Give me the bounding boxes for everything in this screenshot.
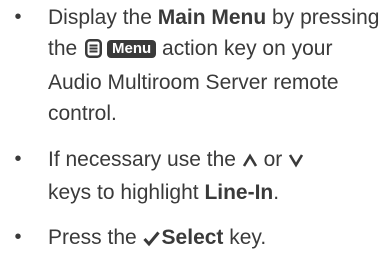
- step2-text-a: If necessary use the: [48, 148, 242, 171]
- bullet-marker: •: [14, 6, 22, 28]
- menu-key-badge: Menu: [107, 40, 157, 58]
- line-in-label: Line-In: [204, 181, 274, 204]
- main-menu-label: Main Menu: [157, 6, 267, 29]
- up-arrow-icon: [242, 146, 258, 177]
- instruction-list: • Display the Main Menu by pressing the …: [0, 0, 384, 256]
- step2-text-b: or: [257, 148, 289, 171]
- step3-text-b: key.: [223, 226, 267, 249]
- step3-text-a: Press the: [48, 226, 143, 249]
- checkmark-icon: [142, 225, 160, 256]
- step2-text-c: keys to highlight: [48, 181, 205, 204]
- step2-text-d: .: [273, 181, 280, 204]
- instruction-step-2: • If necessary use the or keys to highli…: [0, 144, 384, 208]
- select-label: Select: [161, 226, 224, 249]
- instruction-step-1: • Display the Main Menu by pressing the …: [0, 2, 384, 129]
- menu-list-icon: [85, 36, 103, 67]
- down-arrow-icon: [288, 146, 304, 177]
- bullet-marker: •: [14, 148, 22, 170]
- instruction-step-3: • Press the Select key.: [0, 222, 384, 256]
- step1-text-a: Display the: [48, 6, 158, 29]
- bullet-marker: •: [14, 226, 22, 248]
